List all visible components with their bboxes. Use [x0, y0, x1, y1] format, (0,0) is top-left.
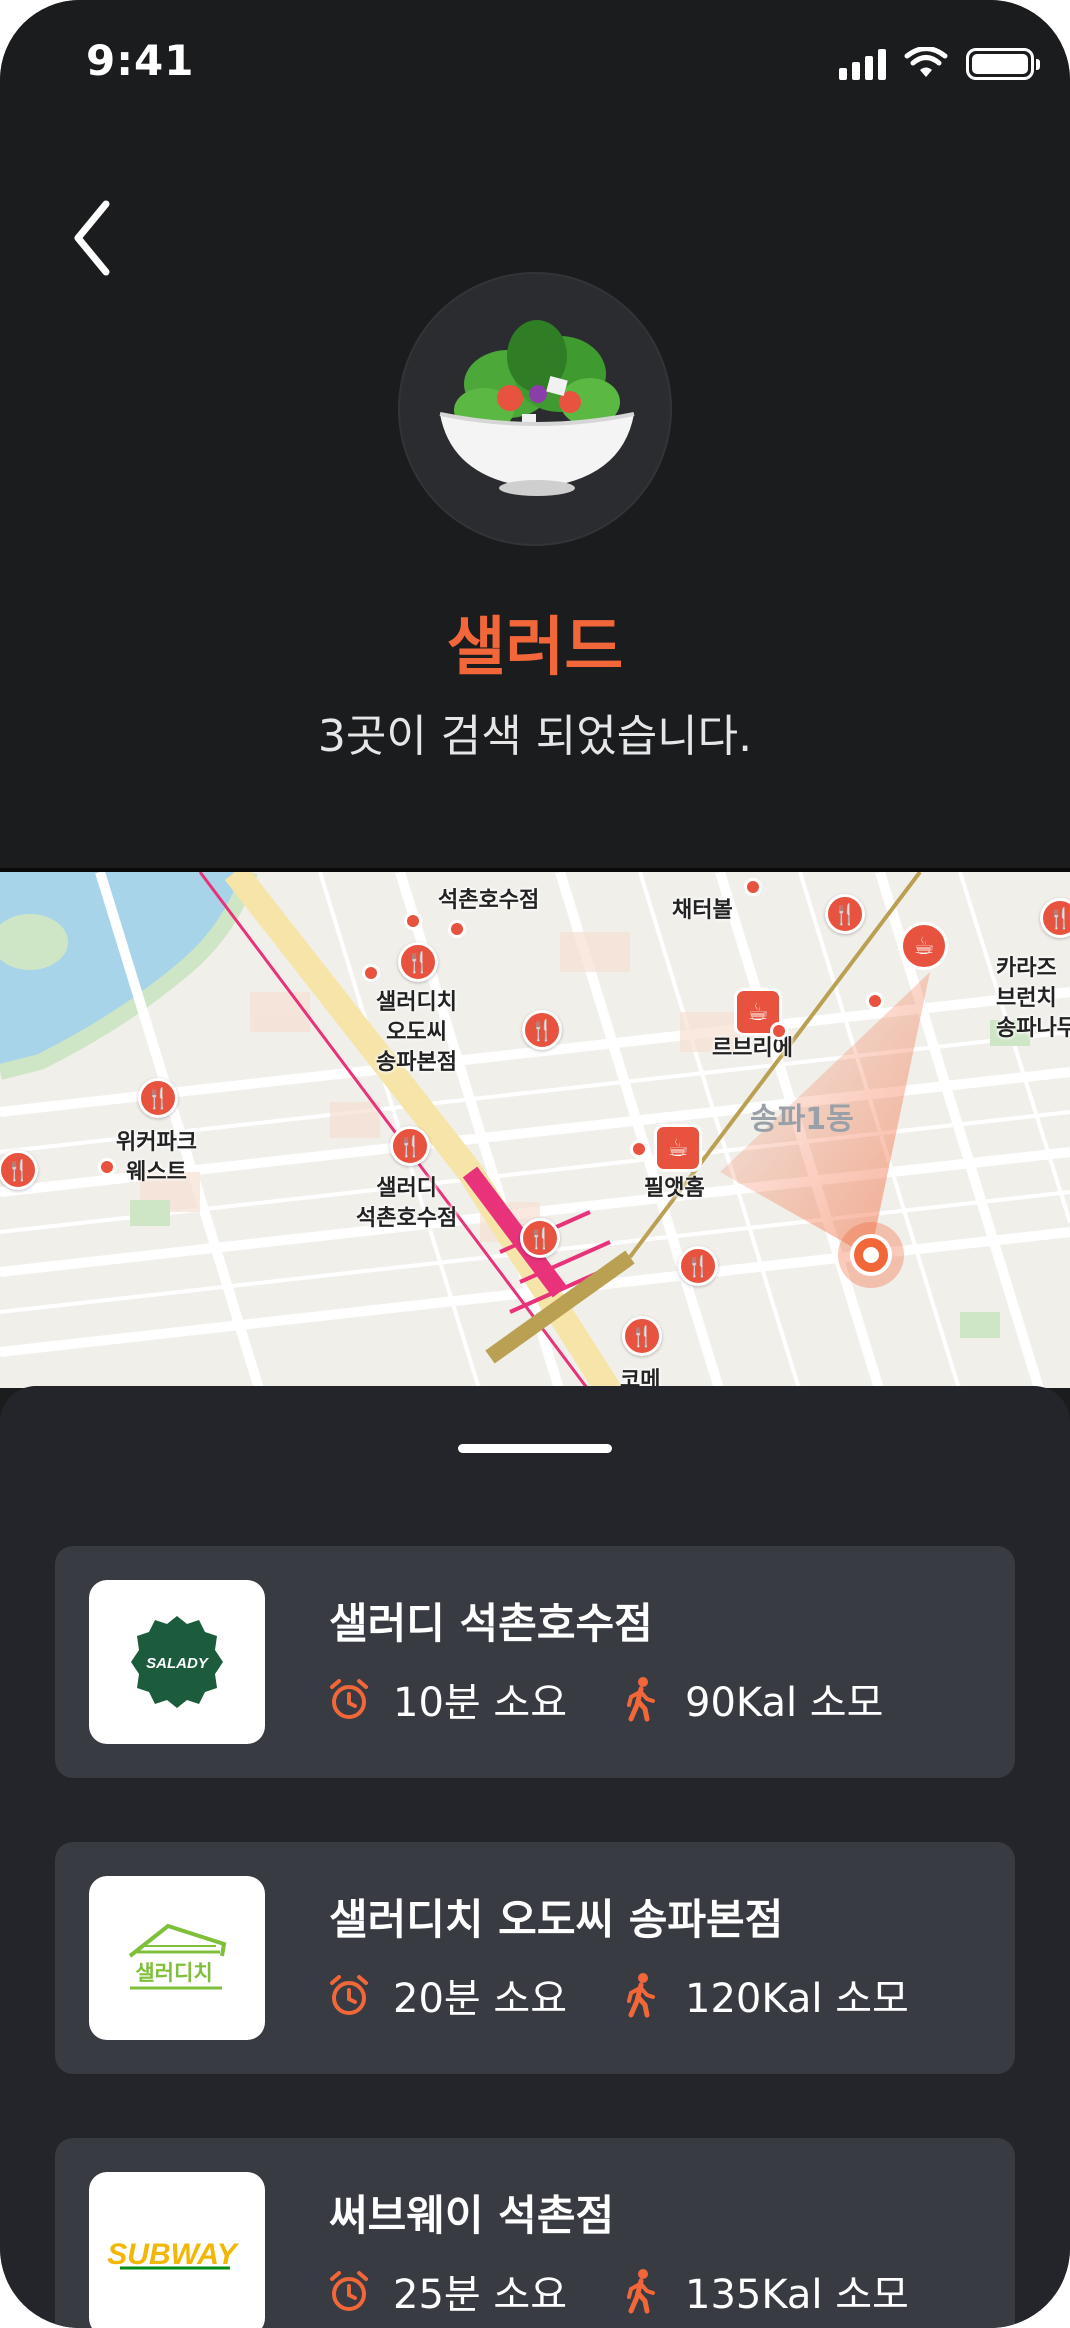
store-card[interactable]: 샐러디치 샐러디치 오도씨 송파본점 20분 소요 120Kal 소모	[55, 1842, 1015, 2074]
store-logo: SUBWAY	[89, 2172, 265, 2328]
status-time: 9:41	[86, 36, 195, 85]
store-kcal: 90Kal 소모	[685, 1680, 884, 1726]
category-title: 샐러드	[446, 611, 624, 685]
map-district-label: 송파1동	[750, 1102, 854, 1137]
store-name: 써브웨이 석촌점	[329, 2191, 615, 2240]
current-location-marker	[838, 1222, 904, 1288]
store-kcal: 135Kal 소모	[685, 2272, 909, 2318]
alarm-clock-icon	[330, 1679, 368, 1719]
restaurant-pin[interactable]: 🍴	[622, 1316, 662, 1356]
map-view[interactable]: 석촌호수점 채터볼 카라즈 브런치 송파나무 샐러디치 오도씨 송파본점 르브리…	[0, 868, 1070, 1388]
sheet-handle[interactable]	[458, 1444, 612, 1453]
store-meta: 25분 소요 135Kal 소모	[325, 2264, 909, 2318]
map-dot	[98, 1158, 116, 1176]
map-dot	[866, 992, 884, 1010]
saladichi-logo-text: 샐러디치	[135, 1961, 212, 1985]
header: 9:41 샐러드 3곳이 검색 되었습니다.	[0, 0, 1070, 868]
store-card[interactable]: SALADY 샐러디 석촌호수점 10분 소요 90Kal 소모	[55, 1546, 1015, 1778]
alarm-clock-icon	[330, 1975, 368, 2015]
store-time: 20분 소요	[393, 1976, 568, 2022]
map-label-wicker: 위커파크 웨스트	[116, 1130, 197, 1185]
subway-logo-icon: SUBWAY	[107, 2238, 239, 2271]
map-label-saladichi: 샐러디치 오도씨 송파본점	[376, 990, 457, 1075]
category-image	[398, 272, 672, 546]
restaurant-pin[interactable]: 🍴	[520, 1218, 560, 1258]
signal-icon	[839, 48, 886, 80]
store-kcal: 120Kal 소모	[685, 1976, 909, 2022]
saladichi-logo-icon: 샐러디치	[128, 1923, 227, 1990]
map-dot	[448, 920, 466, 938]
store-name: 샐러디 석촌호수점	[329, 1599, 653, 1648]
walking-person-icon	[627, 2269, 656, 2314]
cafe-pin[interactable]: ☕	[900, 922, 948, 970]
store-name: 샐러디치 오도씨 송파본점	[329, 1895, 784, 1944]
restaurant-pin[interactable]: 🍴	[825, 894, 865, 934]
result-count-text: 3곳이 검색 되었습니다.	[317, 711, 753, 762]
wifi-icon	[904, 47, 948, 77]
salady-logo-text: SALADY	[146, 1655, 210, 1672]
results-sheet[interactable]: SALADY 샐러디 석촌호수점 10분 소요 90Kal 소모 샐러디치 샐러…	[0, 1386, 1070, 2328]
store-time: 10분 소요	[393, 1680, 568, 1726]
store-logo: SALADY	[89, 1580, 265, 1744]
restaurant-pin[interactable]: 🍴	[678, 1246, 718, 1286]
battery-icon	[966, 48, 1040, 80]
store-card[interactable]: SUBWAY 써브웨이 석촌점 25분 소요 135Kal 소모	[55, 2138, 1015, 2328]
back-button[interactable]	[62, 196, 122, 280]
status-icons	[839, 44, 1040, 84]
store-meta: 20분 소요 120Kal 소모	[325, 1968, 909, 2022]
map-label-saladi: 샐러디 석촌호수점	[356, 1176, 458, 1231]
map-label-karazu: 카라즈 브런치 송파나무	[996, 956, 1070, 1041]
restaurant-pin[interactable]: 🍴	[398, 942, 438, 982]
restaurant-pin[interactable]: 🍴	[390, 1126, 430, 1166]
restaurant-pin[interactable]: 🍴	[138, 1078, 178, 1118]
restaurant-pin[interactable]: 🍴	[522, 1010, 562, 1050]
cafe-pin[interactable]: ☕	[654, 1124, 702, 1172]
chevron-left-icon	[74, 200, 110, 276]
salady-logo-icon: SALADY	[131, 1616, 223, 1708]
phone-screen: 9:41 샐러드 3곳이 검색 되었습니다. 석촌호수점 채터볼 카라즈 브런치…	[0, 0, 1070, 2328]
map-label-chaeteobol: 채터볼	[672, 898, 733, 923]
walking-person-icon	[627, 1677, 656, 1722]
map-dot	[362, 964, 380, 982]
alarm-clock-icon	[330, 2271, 368, 2311]
walking-person-icon	[627, 1973, 656, 2018]
map-dot	[404, 912, 422, 930]
map-dot	[630, 1140, 648, 1158]
map-dot	[744, 878, 762, 896]
store-logo: 샐러디치	[89, 1876, 265, 2040]
store-time: 25분 소요	[393, 2272, 568, 2318]
store-meta: 10분 소요 90Kal 소모	[325, 1672, 883, 1726]
salad-icon	[439, 320, 635, 496]
map-label-kome: 코메	[620, 1368, 661, 1388]
map-label-pilaenhom: 필앳홈	[644, 1176, 705, 1201]
subway-logo-text: SUBWAY	[107, 2238, 239, 2271]
map-dot	[770, 1022, 788, 1040]
map-label-seokchon: 석촌호수점	[438, 888, 540, 913]
